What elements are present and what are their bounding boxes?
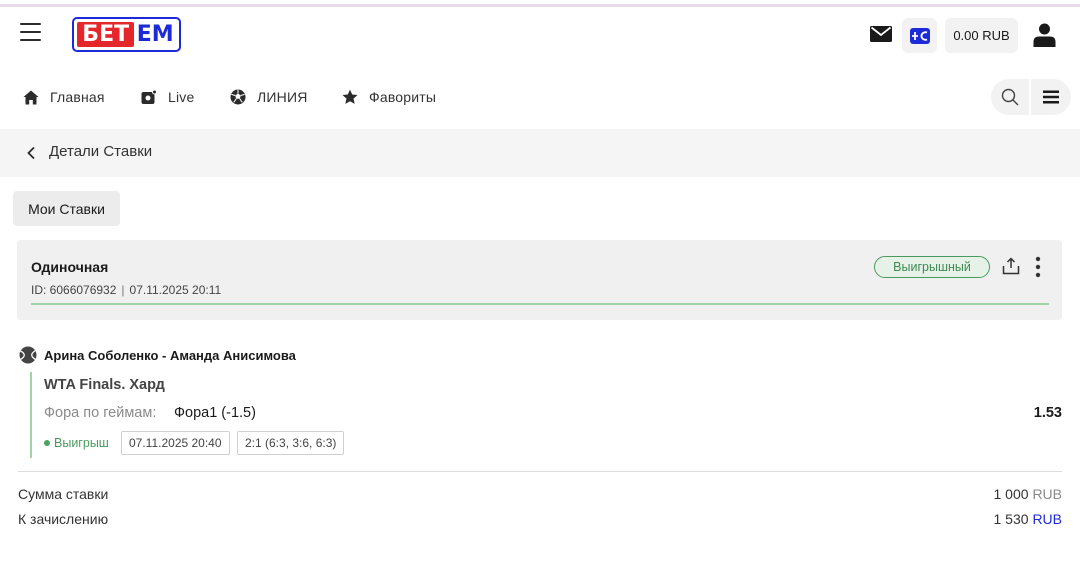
star-icon — [342, 89, 358, 104]
status-badge: Выигрышный — [874, 256, 990, 278]
event-title: Арина Соболенко - Аманда Анисимова — [44, 347, 296, 363]
payout-amount: 1 530 — [993, 511, 1029, 527]
payout-value: 1 530 RUB — [994, 511, 1063, 527]
bet-progress-bar — [31, 303, 1049, 305]
logo-left-text: БЕТ — [77, 22, 135, 47]
search-icon — [1001, 88, 1019, 106]
mail-icon[interactable] — [870, 26, 892, 42]
page-subheader: Детали Ставки — [0, 129, 1080, 177]
tournament-name: WTA Finals. Хард — [44, 377, 165, 393]
nav-item-home[interactable]: Главная — [23, 75, 105, 119]
event-header: Арина Соболенко - Аманда Анисимова — [19, 345, 296, 365]
odds-value: 1.53 — [1033, 405, 1062, 421]
bet-id: ID: 6066076932 — [31, 283, 117, 297]
market-label: Фора по геймам: — [44, 405, 157, 421]
live-icon — [141, 89, 157, 104]
nav-item-live[interactable]: Live — [141, 75, 194, 119]
nav-item-label: Фавориты — [369, 89, 437, 105]
nav-item-label: ЛИНИЯ — [257, 89, 308, 105]
nav-item-label: Главная — [50, 89, 105, 105]
share-icon[interactable] — [1002, 257, 1020, 275]
my-bets-button[interactable]: Мои Ставки — [13, 191, 120, 226]
balance-display[interactable]: 0.00 RUB — [945, 18, 1018, 53]
hamburger-menu-icon[interactable] — [20, 23, 42, 43]
bet-id-line: ID: 6066076932 | 07.11.2025 20:11 — [31, 283, 222, 297]
market-value: Фора1 (-1.5) — [174, 405, 256, 421]
bet-selection: WTA Finals. Хард Фора по геймам: Фора1 (… — [30, 372, 1070, 458]
bet-type: Одиночная — [31, 259, 109, 275]
more-vertical-icon[interactable] — [1033, 256, 1043, 278]
search-button[interactable] — [991, 79, 1029, 115]
logo-right-text: ЕМ — [136, 21, 174, 47]
summary-divider — [18, 471, 1062, 472]
main-navigation: Главная Live ЛИНИЯ Фавориты — [0, 75, 1080, 119]
home-icon — [23, 90, 39, 104]
brand-logo[interactable]: БЕТ ЕМ — [72, 17, 181, 52]
payout-row: К зачислению 1 530 RUB — [18, 511, 1062, 531]
nav-item-label: Live — [168, 89, 195, 105]
page-title: Детали Ставки — [49, 143, 153, 160]
user-profile-icon[interactable] — [1033, 23, 1056, 47]
top-accent-strip — [0, 0, 1080, 7]
stake-currency: RUB — [1032, 486, 1062, 502]
payout-label: К зачислению — [18, 511, 109, 527]
wallet-button[interactable] — [902, 18, 937, 53]
nav-item-line[interactable]: ЛИНИЯ — [230, 75, 308, 119]
stake-row: Сумма ставки 1 000 RUB — [18, 486, 1062, 506]
event-datetime-tag: 07.11.2025 20:40 — [121, 431, 230, 455]
nav-item-favorites[interactable]: Фавориты — [342, 75, 436, 119]
bet-datetime: 07.11.2025 20:11 — [129, 283, 222, 297]
list-menu-button[interactable] — [1031, 79, 1071, 115]
list-icon — [1043, 90, 1059, 104]
app-header: БЕТ ЕМ 0.00 RUB — [0, 7, 1080, 63]
stake-amount: 1 000 — [993, 486, 1029, 502]
stake-value: 1 000 RUB — [994, 486, 1063, 502]
payout-currency: RUB — [1032, 511, 1062, 527]
score-tag: 2:1 (6:3, 3:6, 6:3) — [237, 431, 345, 455]
result-status: Выигрыш — [54, 436, 109, 450]
bet-summary-card: Одиночная ID: 6066076932 | 07.11.2025 20:1… — [17, 240, 1062, 320]
soccer-ball-icon — [230, 89, 246, 105]
chevron-left-icon[interactable] — [25, 146, 37, 160]
stake-label: Сумма ставки — [18, 486, 109, 502]
wallet-icon — [909, 27, 930, 44]
result-status-dot — [44, 440, 50, 446]
tennis-ball-icon — [19, 346, 37, 364]
